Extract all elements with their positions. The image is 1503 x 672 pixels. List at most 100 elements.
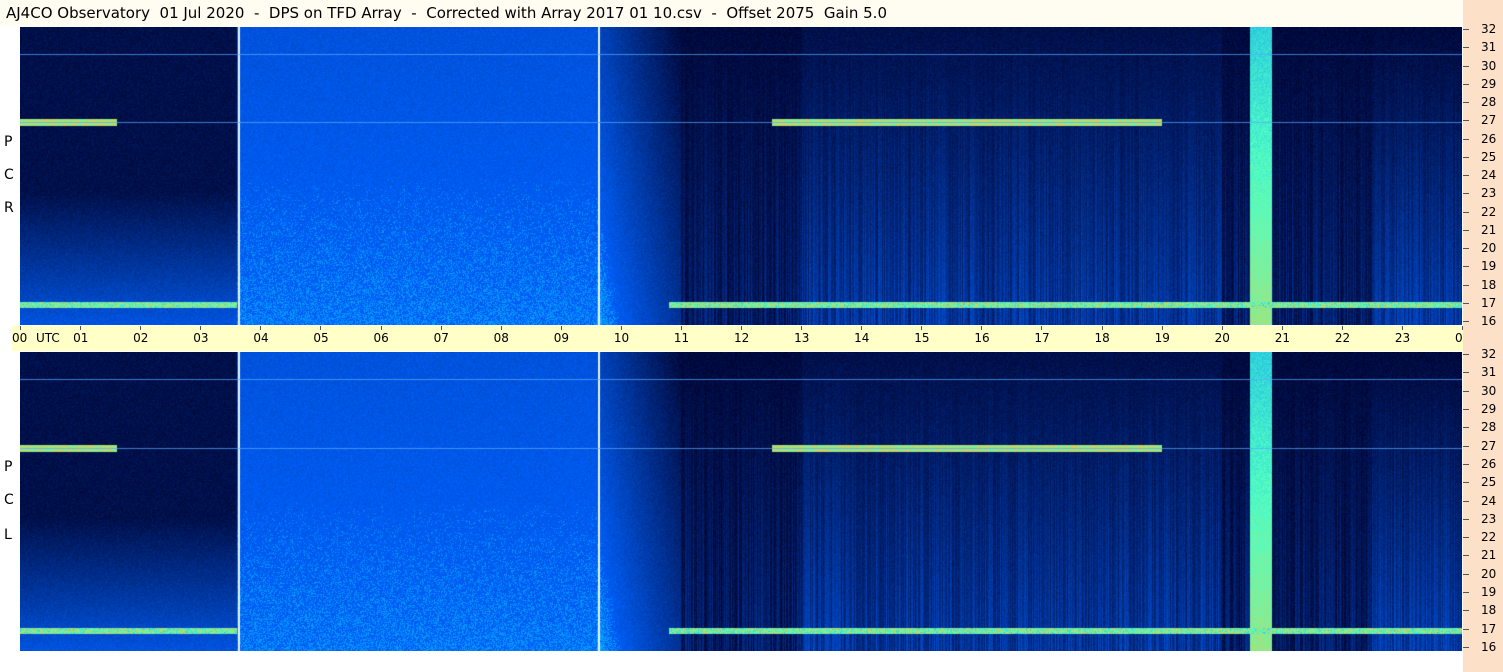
time-tick	[921, 326, 923, 330]
frequency-label: 30	[1481, 58, 1497, 73]
frequency-label: 26	[1481, 456, 1497, 471]
frequency-tick	[1463, 372, 1469, 374]
frequency-tick	[1463, 390, 1469, 392]
rcp-spectrogram-image	[20, 27, 1462, 325]
polarization-letter: P	[4, 134, 13, 150]
time-label: 14	[854, 331, 870, 345]
time-tick	[801, 326, 803, 330]
frequency-tick	[1463, 175, 1469, 176]
time-label: 10	[613, 331, 630, 345]
polarization-letter: L	[4, 527, 12, 543]
time-label: 21	[1274, 331, 1291, 345]
time-tick	[200, 326, 202, 330]
frequency-tick	[1463, 573, 1469, 575]
frequency-label: 19	[1481, 585, 1497, 600]
frequency-tick	[1463, 610, 1469, 612]
frequency-label: 21	[1481, 548, 1497, 563]
lcp-spectrogram	[20, 352, 1462, 651]
frequency-tick	[1463, 120, 1469, 122]
time-tick	[1041, 326, 1043, 330]
time-tick	[380, 326, 382, 330]
frequency-label: 23	[1481, 511, 1497, 526]
polarization-letter: C	[4, 167, 14, 183]
frequency-label: 28	[1481, 95, 1497, 109]
frequency-tick	[1463, 518, 1469, 520]
frequency-label: 17	[1481, 295, 1497, 310]
time-label: 12	[734, 331, 750, 345]
frequency-tick	[1463, 500, 1469, 502]
time-tick	[861, 326, 863, 330]
frequency-tick	[1463, 463, 1469, 465]
frequency-label: 22	[1481, 204, 1497, 219]
frequency-tick	[1463, 354, 1469, 355]
time-label: 18	[1094, 331, 1110, 345]
time-tick	[1161, 326, 1163, 330]
frequency-label: 18	[1481, 277, 1497, 292]
time-tick	[680, 326, 682, 330]
frequency-label: 32	[1481, 22, 1497, 36]
frequency-tick	[1463, 102, 1469, 103]
time-tick	[1401, 326, 1403, 330]
frequency-label: 27	[1481, 438, 1497, 453]
frequency-tick	[1463, 47, 1469, 49]
frequency-label: 26	[1481, 131, 1497, 146]
time-label: 15	[914, 331, 930, 345]
frequency-label: 30	[1481, 383, 1497, 398]
frequency-label: 22	[1481, 530, 1497, 545]
frequency-tick	[1463, 445, 1469, 447]
time-tick	[1101, 326, 1103, 330]
frequency-tick	[1463, 537, 1469, 539]
frequency-label: 19	[1481, 259, 1497, 274]
time-tick	[981, 326, 983, 330]
polarization-letter: R	[4, 200, 14, 216]
frequency-tick	[1463, 302, 1469, 304]
frequency-label: 29	[1481, 401, 1497, 416]
frequency-tick	[1463, 284, 1469, 286]
frequency-tick	[1463, 229, 1469, 231]
time-tick	[620, 326, 622, 330]
frequency-tick	[1463, 248, 1469, 249]
time-label: 22	[1334, 331, 1351, 345]
time-tick	[560, 326, 562, 330]
frequency-label: 31	[1481, 40, 1497, 55]
frequency-tick	[1463, 482, 1469, 484]
time-label: 11	[673, 331, 690, 345]
time-label: 02	[133, 331, 149, 345]
frequency-tick	[1463, 83, 1469, 85]
time-label-start: 00	[12, 331, 28, 345]
time-tick	[260, 326, 262, 330]
frequency-tick	[1463, 408, 1469, 410]
frequency-tick	[1463, 628, 1469, 630]
frequency-tick	[1463, 321, 1469, 322]
frequency-axis-strip: 32 31 30 29 28 27 26 25 24 23 22 21 20 19 18 17 16 32 31 30…	[1463, 0, 1503, 672]
time-axis: 00 UTC 01 02 03 04 05 06 07 08 09 10 11 12 13 14 15 16 17 1…	[12, 326, 1498, 351]
chart-title: AJ4CO Observatory 01 Jul 2020 - DPS on T…	[0, 0, 1463, 26]
time-tick	[20, 326, 21, 330]
frequency-label: 31	[1481, 365, 1497, 380]
time-label: 08	[493, 331, 509, 345]
time-label: 04	[253, 331, 269, 345]
frequency-tick	[1463, 65, 1469, 67]
time-tick	[1341, 326, 1343, 330]
frequency-label: 23	[1481, 186, 1497, 201]
time-label: 06	[373, 331, 389, 345]
frequency-label: 27	[1481, 113, 1497, 128]
time-tick	[1281, 326, 1283, 330]
frequency-label: 25	[1481, 149, 1497, 164]
time-label: 19	[1154, 331, 1170, 345]
time-tick	[140, 326, 142, 330]
lcp-spectrogram-image	[20, 352, 1462, 651]
frequency-label: 32	[1481, 347, 1497, 361]
frequency-label: 18	[1481, 603, 1497, 618]
time-tick	[500, 326, 502, 330]
frequency-tick	[1463, 427, 1469, 429]
time-label: 17	[1034, 331, 1050, 345]
time-label: 16	[974, 331, 990, 345]
polarization-letter: C	[4, 492, 14, 508]
frequency-tick	[1463, 138, 1469, 140]
frequency-tick	[1463, 29, 1469, 30]
frequency-label: 17	[1481, 621, 1497, 636]
time-label: 20	[1214, 331, 1230, 345]
frequency-tick	[1463, 266, 1469, 268]
frequency-label: 25	[1481, 475, 1497, 490]
